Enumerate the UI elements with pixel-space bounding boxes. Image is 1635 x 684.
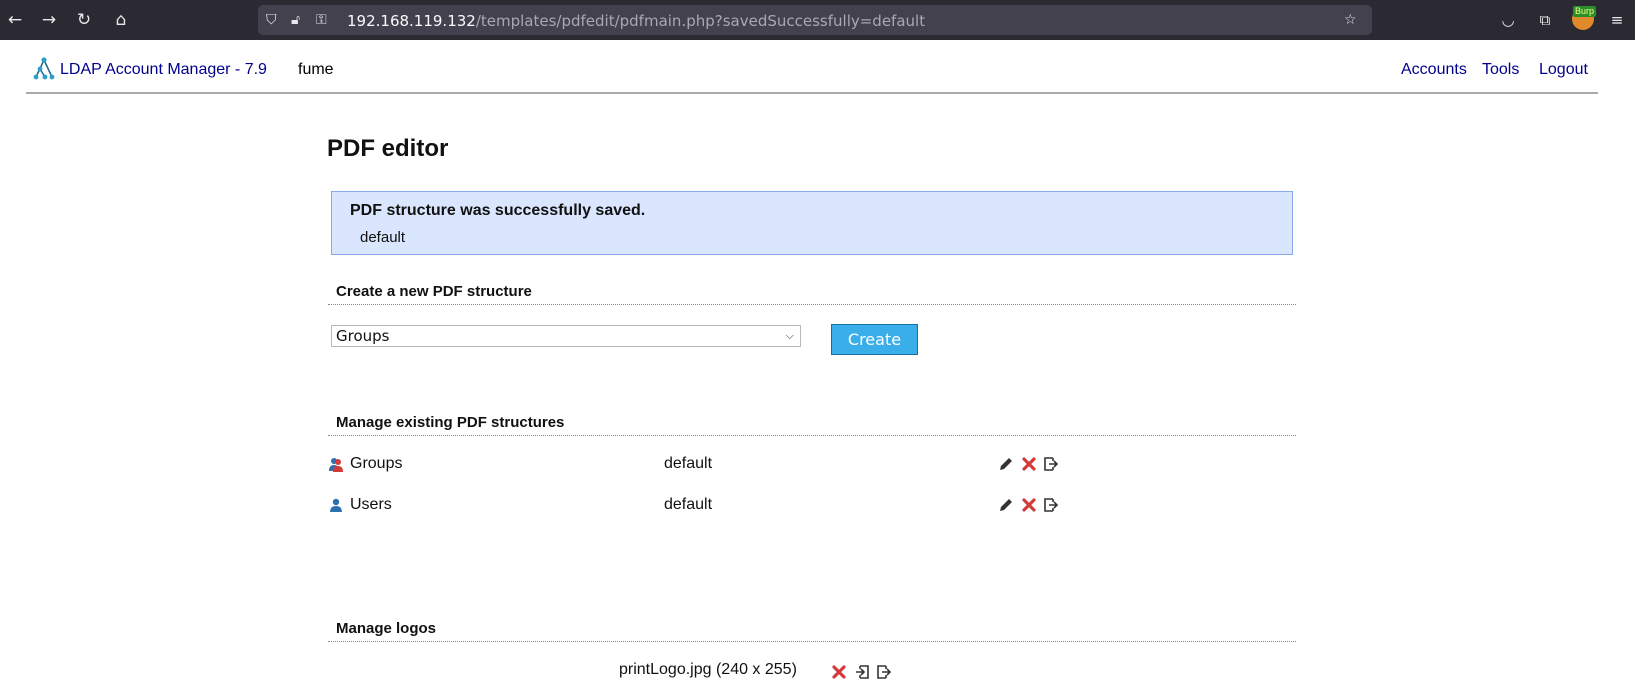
group-icon [329,458,343,472]
url-path: /templates/pdfedit/pdfmain.php?savedSucc… [475,12,926,30]
nav-logout-link[interactable]: Logout [1539,61,1588,79]
url-text: 192.168.119.132/templates/pdfedit/pdfmai… [347,12,925,30]
logos-section-heading-text: Manage logos [336,620,437,637]
export-icon[interactable] [1043,497,1059,513]
nav-accounts-link[interactable]: Accounts [1401,61,1467,79]
app-title-link[interactable]: LDAP Account Manager - 7.9 [60,61,267,79]
structure-type-label: Users [350,496,392,513]
bookmark-star-icon[interactable]: ☆ [1344,10,1357,30]
nav-tools-link[interactable]: Tools [1482,61,1519,79]
structure-name-label: default [664,455,713,472]
success-message: PDF structure was successfully saved. de… [331,191,1293,255]
create-button[interactable]: Create [831,324,918,355]
url-host: 192.168.119.132 [347,12,476,30]
logo-file-label: printLogo.jpg (240 x 255) [619,661,797,678]
burp-badge: Burp [1573,6,1597,17]
export-icon[interactable] [876,664,892,680]
menu-icon[interactable]: ≡ [1606,10,1628,30]
structure-row-users: Users default [328,494,1296,520]
delete-x-icon[interactable] [831,664,847,680]
manage-section-heading: Manage existing PDF structures [328,414,1296,436]
delete-x-icon[interactable] [1021,456,1037,472]
back-icon[interactable]: ← [5,10,25,30]
edit-pencil-icon[interactable] [998,456,1014,472]
structure-name-label: default [664,496,713,513]
type-select-value: Groups [336,327,390,345]
success-message-title: PDF structure was successfully saved. [350,202,646,219]
pocket-icon[interactable]: ◡ [1497,10,1519,30]
logo-row: printLogo.jpg (240 x 255) [619,661,892,679]
server-name: fume [298,61,334,78]
manage-section-heading-text: Manage existing PDF structures [336,414,565,431]
shield-icon[interactable]: ⛉ [266,10,277,30]
success-message-detail: default [360,229,406,246]
permissions-icon[interactable]: ⚿ [316,10,327,30]
home-icon[interactable]: ⌂ [111,10,131,30]
lock-insecure-icon[interactable]: 🔓︎ [291,10,300,30]
forward-icon[interactable]: → [39,10,59,30]
logos-section-heading: Manage logos [328,620,1296,642]
browser-toolbar: ← → ↻ ⌂ ⛉ 🔓︎ ⚿ 192.168.119.132/templates… [0,0,1635,40]
create-section-heading: Create a new PDF structure [328,283,1296,305]
edit-pencil-icon[interactable] [998,497,1014,513]
extensions-icon[interactable]: ⧉ [1534,10,1556,30]
export-icon[interactable] [1043,456,1059,472]
chevron-down-icon: ⌵ [785,329,794,342]
page-title: PDF editor [327,135,449,162]
address-bar[interactable]: ⛉ 🔓︎ ⚿ 192.168.119.132/templates/pdfedit… [258,5,1372,35]
user-icon [330,498,342,512]
create-section-heading-text: Create a new PDF structure [336,283,532,300]
lam-header: LDAP Account Manager - 7.9 fume Accounts… [26,40,1598,94]
structure-type-label: Groups [350,455,403,472]
delete-x-icon[interactable] [1021,497,1037,513]
type-select[interactable]: Groups ⌵ [331,325,801,347]
reload-icon[interactable]: ↻ [74,10,94,30]
structure-row-groups: Groups default [328,453,1296,479]
lam-logo-icon[interactable] [32,57,56,81]
import-icon[interactable] [854,664,870,680]
